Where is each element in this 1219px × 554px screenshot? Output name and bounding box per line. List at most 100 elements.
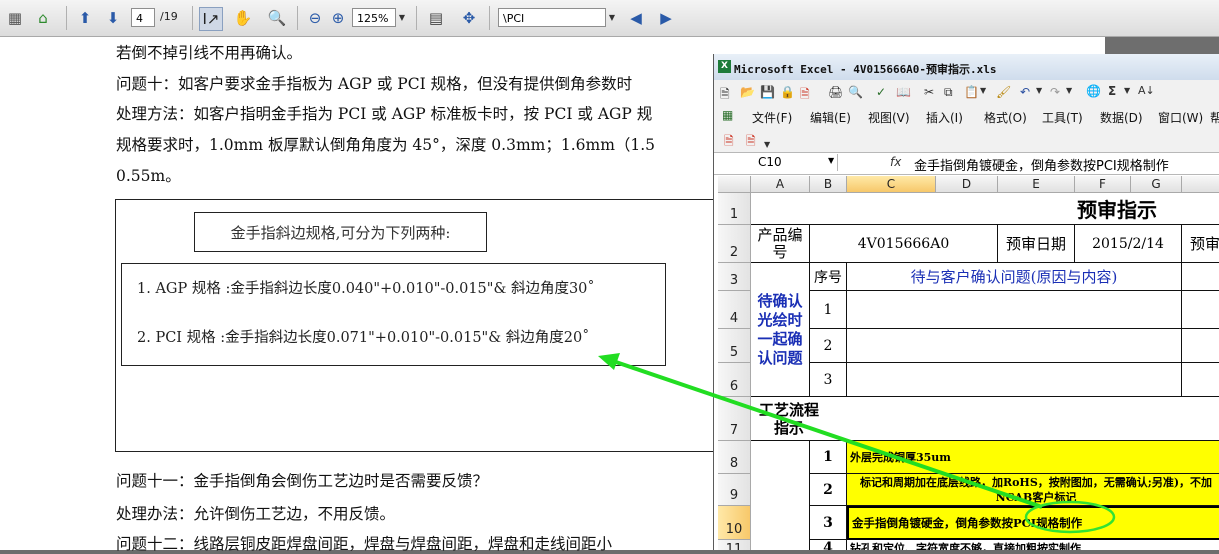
seq-number[interactable]: 3 xyxy=(810,363,847,397)
step-number[interactable]: 1 xyxy=(810,441,847,474)
chevron-down-icon[interactable]: ▼ xyxy=(980,86,986,95)
reviewer-label[interactable]: 预审 xyxy=(1182,225,1219,263)
format-painter-icon[interactable]: 🖌 xyxy=(996,85,1011,99)
save-icon[interactable]: 💾 xyxy=(760,85,775,99)
issue-header-extra[interactable] xyxy=(1182,263,1219,291)
issue-cell[interactable] xyxy=(847,291,1182,329)
chevron-down-icon[interactable]: ▼ xyxy=(764,140,770,149)
step-text[interactable]: 钻孔和定位、字符宽度不够，直接加粗按实制作 xyxy=(847,540,1219,550)
home-icon[interactable]: ⌂ xyxy=(32,7,54,29)
select-cursor-icon[interactable]: I↗ xyxy=(199,7,223,31)
copy-icon[interactable]: ⧉ xyxy=(944,85,953,100)
paste-icon[interactable]: 📋 xyxy=(964,85,979,99)
step-text-selected[interactable]: 金手指倒角镀硬金，倒角参数按PCI规格制作 xyxy=(847,506,1219,540)
row-header[interactable]: 9 xyxy=(718,474,751,506)
menu-format[interactable]: 格式(O) xyxy=(984,109,1027,126)
page-number-input[interactable]: 4 xyxy=(131,8,155,27)
open-folder-icon[interactable]: 📂 xyxy=(740,85,755,99)
row-header[interactable]: 3 xyxy=(718,263,751,291)
pdf-create-icon[interactable]: 🗎 xyxy=(724,132,734,153)
step-number[interactable]: 4 xyxy=(810,540,847,550)
row-header[interactable]: 4 xyxy=(718,291,751,329)
fit-width-icon[interactable]: ▤ xyxy=(425,7,447,29)
menu-edit[interactable]: 编辑(E) xyxy=(810,109,851,126)
menu-data[interactable]: 数据(D) xyxy=(1100,109,1143,126)
process-side-cell[interactable] xyxy=(751,441,810,550)
column-header-c[interactable]: C xyxy=(847,176,936,193)
find-previous-icon[interactable]: ◀ xyxy=(625,7,647,29)
step-number[interactable]: 3 xyxy=(810,506,847,540)
previous-page-icon[interactable]: ⬆ xyxy=(74,7,96,29)
menu-tools[interactable]: 工具(T) xyxy=(1042,109,1083,126)
product-number[interactable]: 4V015666A0 xyxy=(810,225,998,263)
sort-ascending-icon[interactable]: A↓ xyxy=(1138,84,1155,97)
menu-file[interactable]: 文件(F) xyxy=(752,109,792,126)
column-header-a[interactable]: A xyxy=(751,176,810,193)
chevron-down-icon[interactable]: ▼ xyxy=(396,8,408,27)
print-icon[interactable]: 🖨 xyxy=(828,85,843,99)
hand-tool-icon[interactable]: ✋ xyxy=(232,7,254,29)
issue-cell[interactable] xyxy=(847,363,1182,397)
redo-icon[interactable]: ↷ xyxy=(1050,85,1060,99)
sheet-title[interactable]: 预审指示 xyxy=(751,193,1219,225)
date-label[interactable]: 预审日期 xyxy=(998,225,1075,263)
row-header[interactable]: 6 xyxy=(718,363,751,397)
function-icon[interactable]: fx xyxy=(890,155,901,169)
chevron-down-icon[interactable]: ▼ xyxy=(1066,86,1072,95)
product-label[interactable]: 产品编号 xyxy=(751,225,810,263)
menu-insert[interactable]: 插入(I) xyxy=(926,109,963,126)
hyperlink-icon[interactable]: 🌐 xyxy=(1086,84,1101,98)
select-all-corner[interactable] xyxy=(718,176,751,193)
new-file-icon[interactable]: 🗎 xyxy=(720,85,730,106)
zoom-out-icon[interactable]: ⊖ xyxy=(304,7,326,29)
autosum-icon[interactable]: Σ xyxy=(1108,84,1116,98)
name-box[interactable]: C10 xyxy=(718,154,838,171)
spelling-icon[interactable]: ✓ xyxy=(876,85,886,99)
issue-cell[interactable] xyxy=(1182,329,1219,363)
menu-help[interactable]: 帮 xyxy=(1210,109,1219,126)
cut-icon[interactable]: ✂ xyxy=(924,85,934,99)
pdf-export-icon[interactable]: 🗎 xyxy=(800,85,810,106)
print-preview-icon[interactable]: 🔍 xyxy=(848,85,863,99)
comment-icon[interactable]: ▦ xyxy=(4,7,26,29)
pdf-settings-icon[interactable]: 🗎 xyxy=(746,132,756,153)
confirm-issues-label[interactable]: 待确认光绘时一起确认问题 xyxy=(751,263,810,397)
column-header-g[interactable]: G xyxy=(1131,176,1182,193)
menu-window[interactable]: 窗口(W) xyxy=(1158,109,1203,126)
row-header[interactable]: 2 xyxy=(718,225,751,263)
issue-cell[interactable] xyxy=(847,329,1182,363)
row-header[interactable]: 8 xyxy=(718,441,751,474)
step-text[interactable]: 标记和周期加在底层线路，加RoHS，按附图加，无需确认;另准)，不加NCAB客户… xyxy=(847,474,1219,506)
row-header[interactable]: 5 xyxy=(718,329,751,363)
seq-number[interactable]: 2 xyxy=(810,329,847,363)
zoom-level-select[interactable]: 125% xyxy=(352,8,396,27)
formula-input[interactable]: 金手指倒角镀硬金，倒角参数按PCI规格制作 xyxy=(914,155,1169,174)
permission-icon[interactable]: 🔒 xyxy=(780,85,795,99)
step-text[interactable]: 外层完成铜厚35um xyxy=(847,441,1219,474)
step-number[interactable]: 2 xyxy=(810,474,847,506)
find-next-icon[interactable]: ▶ xyxy=(655,7,677,29)
chevron-down-icon[interactable]: ▼ xyxy=(606,8,618,27)
column-header-e[interactable]: E xyxy=(998,176,1075,193)
seq-label[interactable]: 序号 xyxy=(810,263,847,291)
chevron-down-icon[interactable]: ▼ xyxy=(828,156,834,165)
column-header-b[interactable]: B xyxy=(810,176,847,193)
next-page-icon[interactable]: ⬇ xyxy=(102,7,124,29)
review-date[interactable]: 2015/2/14 xyxy=(1075,225,1182,263)
issue-cell[interactable] xyxy=(1182,363,1219,397)
research-icon[interactable]: 📖 xyxy=(896,85,911,99)
row-header[interactable]: 10 xyxy=(718,506,751,540)
chevron-down-icon[interactable]: ▼ xyxy=(1124,86,1130,95)
column-header-h[interactable] xyxy=(1182,176,1219,193)
search-input[interactable]: \PCI xyxy=(498,8,606,27)
chevron-down-icon[interactable]: ▼ xyxy=(1036,86,1042,95)
zoom-in-icon[interactable]: ⊕ xyxy=(327,7,349,29)
row-header[interactable]: 11 xyxy=(718,540,751,550)
column-header-f[interactable]: F xyxy=(1075,176,1131,193)
issue-header[interactable]: 待与客户确认问题(原因与内容) xyxy=(847,263,1182,291)
seq-number[interactable]: 1 xyxy=(810,291,847,329)
issue-cell[interactable] xyxy=(1182,291,1219,329)
column-header-d[interactable]: D xyxy=(936,176,998,193)
row-header[interactable]: 7 xyxy=(718,397,751,441)
menu-view[interactable]: 视图(V) xyxy=(868,109,910,126)
